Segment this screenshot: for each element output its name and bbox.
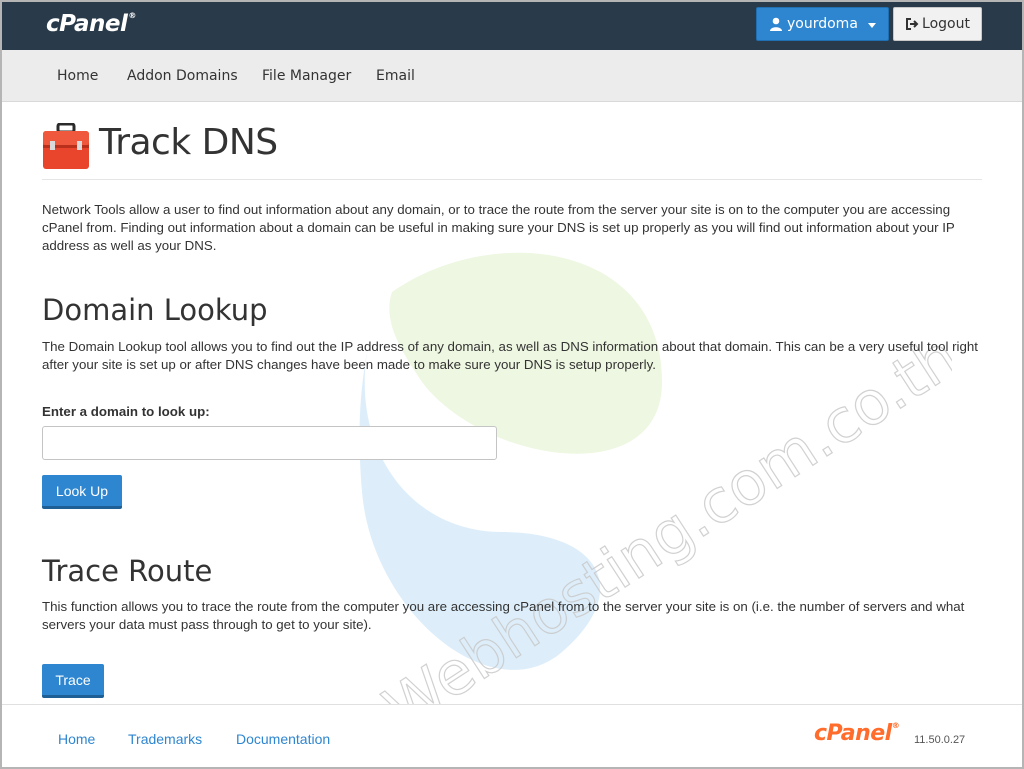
nav-item-addon-domains[interactable]: Addon Domains	[127, 68, 238, 84]
user-icon	[770, 17, 782, 31]
cpanel-logo-text: cPanel	[46, 11, 128, 37]
nav-item-file-manager[interactable]: File Manager	[262, 68, 351, 84]
logout-icon	[906, 18, 919, 30]
footer-link-trademarks[interactable]: Trademarks	[128, 731, 202, 747]
version-label: 11.50.0.27	[914, 734, 966, 746]
intro-text: Network Tools allow a user to find out i…	[42, 202, 955, 253]
app-frame: Webhosting.com.co.th cPanel® yourdoma Lo…	[2, 2, 1022, 767]
domain-input-label: Enter a domain to look up:	[42, 404, 210, 419]
nav-item-home[interactable]: Home	[57, 68, 98, 84]
logout-button[interactable]: Logout	[893, 7, 982, 41]
title-divider	[42, 179, 982, 180]
footer-link-documentation[interactable]: Documentation	[236, 731, 330, 747]
user-menu-label: yourdoma	[787, 16, 858, 32]
registered-mark: ®	[128, 11, 136, 20]
footer-registered-mark: ®	[891, 721, 900, 730]
nav-item-email[interactable]: Email	[376, 68, 415, 84]
logout-label: Logout	[922, 16, 970, 32]
domain-lookup-description: The Domain Lookup tool allows you to fin…	[42, 339, 978, 372]
footer-logo-text: cPanel	[814, 721, 892, 746]
top-bar: cPanel® yourdoma Logout	[2, 2, 1022, 50]
toolbox-icon	[43, 123, 89, 169]
main-nav: Home Addon Domains File Manager Email	[2, 50, 1022, 102]
user-menu-button[interactable]: yourdoma	[756, 7, 889, 41]
page-title: Track DNS	[99, 122, 278, 163]
domain-input[interactable]	[42, 426, 497, 460]
footer-cpanel-logo[interactable]: cPanel®	[814, 721, 900, 746]
trace-button[interactable]: Trace	[42, 664, 104, 698]
look-up-button[interactable]: Look Up	[42, 475, 122, 509]
trace-route-description: This function allows you to trace the ro…	[42, 599, 965, 632]
footer: Home Trademarks Documentation cPanel® 11…	[2, 704, 1022, 767]
domain-lookup-heading: Domain Lookup	[42, 293, 268, 327]
watermark-logo: Webhosting.com.co.th	[359, 252, 952, 745]
cpanel-logo[interactable]: cPanel®	[46, 11, 136, 37]
chevron-down-icon	[868, 23, 876, 28]
trace-route-heading: Trace Route	[42, 554, 213, 588]
footer-link-home[interactable]: Home	[58, 731, 95, 747]
watermark-text: Webhosting.com.co.th	[372, 322, 952, 745]
